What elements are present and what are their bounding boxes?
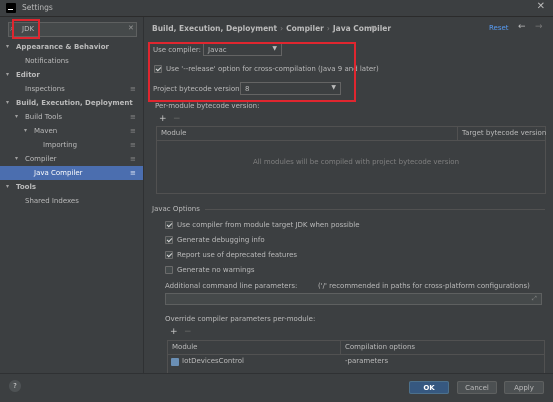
- column-header-module[interactable]: Module: [172, 343, 197, 351]
- empty-table-text: All modules will be compiled with projec…: [253, 158, 460, 166]
- checkbox-use-module-target-jdk[interactable]: [165, 221, 173, 229]
- add-icon[interactable]: +: [170, 327, 178, 337]
- option-label: Generate no warnings: [177, 266, 255, 274]
- additional-params-hint: ('/' recommended in paths for cross-plat…: [318, 282, 530, 290]
- breadcrumb-item: Build, Execution, Deployment: [152, 24, 278, 33]
- back-arrow-icon[interactable]: ←: [518, 22, 526, 32]
- column-header-module[interactable]: Module: [161, 129, 186, 137]
- chevron-down-icon: ▾: [6, 43, 10, 50]
- help-icon[interactable]: ?: [9, 380, 21, 392]
- column-header-target[interactable]: Target bytecode version: [462, 129, 546, 137]
- ok-button[interactable]: OK: [409, 381, 449, 394]
- project-settings-icon: ≡: [130, 155, 136, 163]
- column-divider: [340, 341, 341, 354]
- table-row[interactable]: IotDevicesControl -parameters: [168, 355, 544, 368]
- override-params-label: Override compiler parameters per-module:: [165, 315, 316, 323]
- project-settings-icon: ≡: [130, 127, 136, 135]
- chevron-down-icon: ▾: [15, 113, 19, 120]
- table-header: Module Compilation options: [168, 341, 544, 355]
- sidebar-item-maven[interactable]: ▾ Maven ≡: [0, 124, 143, 138]
- project-settings-icon: ≡: [130, 113, 136, 121]
- breadcrumb: Build, Execution, Deployment › Compiler › Ja…: [152, 24, 391, 33]
- option-label: Generate debugging info: [177, 236, 265, 244]
- sidebar-item-java-compiler[interactable]: Java Compiler ≡: [0, 166, 143, 180]
- window-title: Settings: [22, 3, 53, 12]
- override-params-table: Module Compilation options IotDevicesCon…: [167, 340, 545, 373]
- checkbox-report-deprecated[interactable]: [165, 251, 173, 259]
- breadcrumb-item: Java Compiler: [332, 24, 392, 33]
- close-window-icon[interactable]: ✕: [537, 1, 545, 12]
- per-module-table: Module Target bytecode version All modul…: [156, 126, 546, 194]
- forward-arrow-icon[interactable]: →: [535, 22, 543, 32]
- sidebar-item-tools[interactable]: ▾ Tools: [0, 180, 143, 194]
- compilation-options-cell: -parameters: [345, 357, 389, 365]
- chevron-down-icon: ▾: [6, 183, 10, 190]
- module-name-cell: IotDevicesControl: [182, 357, 244, 365]
- module-icon: [171, 358, 179, 366]
- column-header-compilation-options[interactable]: Compilation options: [345, 343, 415, 351]
- option-label: Use compiler from module target JDK when…: [177, 221, 360, 229]
- intellij-app-icon: [6, 3, 16, 13]
- checkbox-generate-debugging-info[interactable]: [165, 236, 173, 244]
- sidebar-item-build-execution-deployment[interactable]: ▾ Build, Execution, Deployment: [0, 96, 143, 110]
- per-module-title: Per-module bytecode version:: [155, 102, 260, 110]
- chevron-down-icon: ▾: [15, 155, 19, 162]
- reset-link[interactable]: Reset: [489, 24, 509, 32]
- sidebar-item-editor[interactable]: ▾ Editor: [0, 68, 143, 82]
- option-label: Report use of deprecated features: [177, 251, 298, 259]
- additional-params-input[interactable]: ⤢: [165, 293, 542, 305]
- sidebar-item-build-tools[interactable]: ▾ Build Tools ≡: [0, 110, 143, 124]
- remove-icon[interactable]: −: [184, 327, 192, 337]
- expand-icon[interactable]: ⤢: [532, 295, 537, 303]
- breadcrumb-item: Compiler: [286, 24, 324, 33]
- search-highlight-box: [12, 19, 40, 39]
- title-bar: [0, 0, 553, 17]
- chevron-down-icon: ▾: [6, 71, 10, 78]
- sidebar-item-appearance-behavior[interactable]: ▾ Appearance & Behavior: [0, 40, 143, 54]
- add-icon[interactable]: +: [159, 114, 167, 124]
- project-settings-icon: ≡: [130, 85, 136, 93]
- apply-button[interactable]: Apply: [504, 381, 544, 394]
- sidebar-item-importing[interactable]: Importing ≡: [0, 138, 143, 152]
- section-divider: [205, 209, 545, 210]
- cancel-button[interactable]: Cancel: [457, 381, 497, 394]
- table-header: Module Target bytecode version: [157, 127, 546, 141]
- additional-params-label: Additional command line parameters:: [165, 282, 298, 290]
- remove-icon[interactable]: −: [173, 114, 181, 124]
- sidebar-item-notifications[interactable]: Notifications: [0, 54, 143, 68]
- breadcrumb-separator: ›: [280, 24, 284, 33]
- chevron-down-icon: ▾: [24, 127, 28, 134]
- project-settings-icon: ≡: [130, 141, 136, 149]
- sidebar-item-compiler[interactable]: ▾ Compiler ≡: [0, 152, 143, 166]
- chevron-down-icon: ▾: [6, 99, 10, 106]
- clear-search-icon[interactable]: ✕: [128, 24, 134, 32]
- column-divider: [457, 127, 458, 140]
- breadcrumb-separator: ›: [326, 24, 330, 33]
- sidebar-item-inspections[interactable]: Inspections ≡: [0, 82, 143, 96]
- sidebar-item-shared-indexes[interactable]: Shared Indexes: [0, 194, 143, 208]
- project-settings-icon: ≡: [370, 23, 377, 32]
- checkbox-generate-no-warnings[interactable]: [165, 266, 173, 274]
- javac-options-title: Javac Options: [152, 205, 200, 213]
- project-settings-icon: ≡: [130, 169, 136, 177]
- compiler-highlight-box: [148, 42, 356, 102]
